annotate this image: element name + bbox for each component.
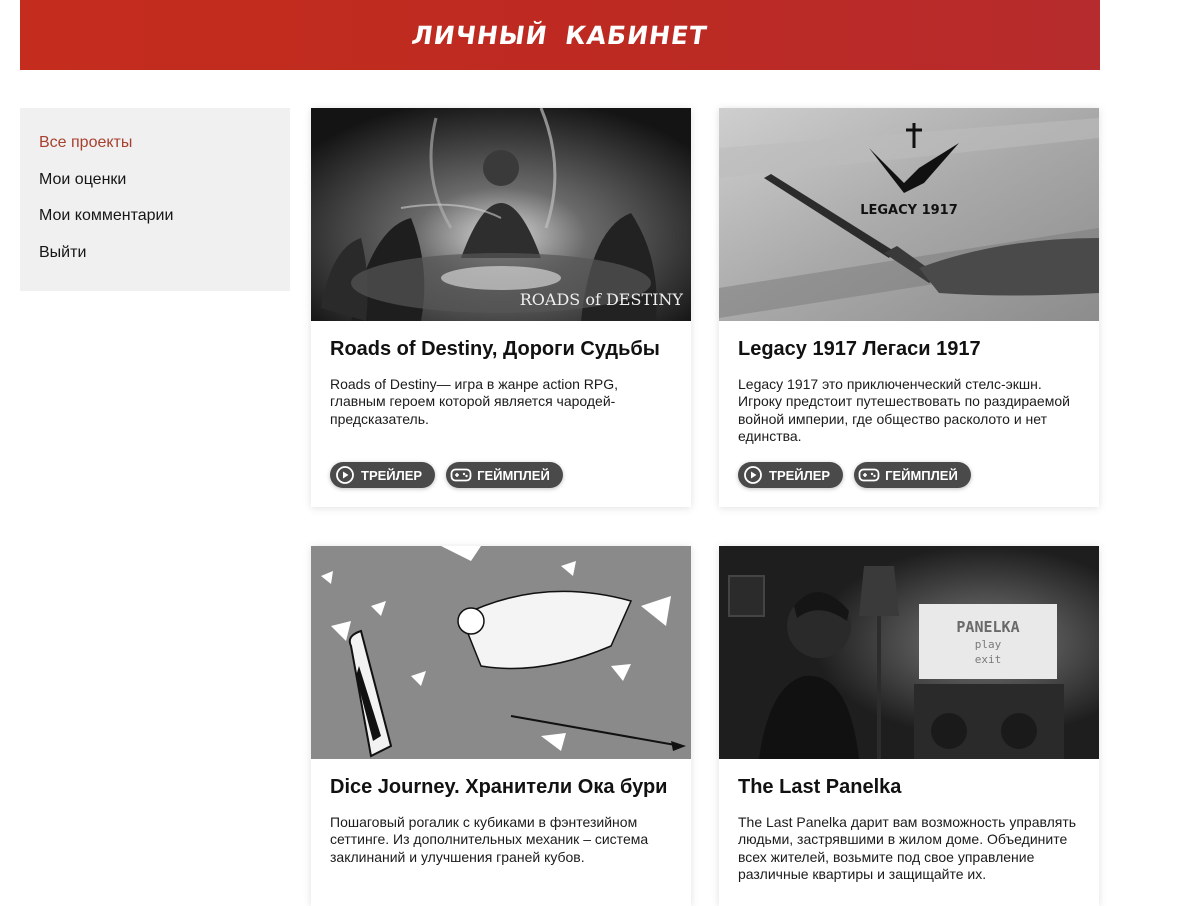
image-logo-text: LEGACY 1917 <box>860 203 958 218</box>
project-card: Dice Journey. Хранители Ока бури Пошагов… <box>311 546 691 906</box>
project-image-legacy-1917[interactable]: LEGACY 1917 <box>719 108 1099 321</box>
page-title: ЛИЧНЫЙ КАБИНЕТ <box>410 20 710 50</box>
gameplay-button[interactable]: ГЕЙМПЛЕЙ <box>446 462 563 488</box>
project-card: LEGACY 1917 Legacy 1917 Легаси 1917 Lega… <box>719 108 1099 507</box>
image-logo-text: ROADS of DESTINY <box>520 290 684 309</box>
page-header: ЛИЧНЫЙ КАБИНЕТ <box>20 0 1100 70</box>
card-title[interactable]: The Last Panelka <box>738 776 1080 799</box>
card-title[interactable]: Roads of Destiny, Дороги Судьбы <box>330 338 672 361</box>
image-menu-exit: exit <box>975 653 1002 666</box>
trailer-label: ТРЕЙЛЕР <box>361 467 423 483</box>
card-description: The Last Panelka дарит вам возможность у… <box>738 814 1077 882</box>
gamepad-icon <box>858 464 880 486</box>
sidebar-item-my-comments[interactable]: Мои комментарии <box>39 207 290 244</box>
card-title[interactable]: Dice Journey. Хранители Ока бури <box>330 776 672 799</box>
gamepad-icon <box>450 464 472 486</box>
image-menu-play: play <box>975 638 1002 651</box>
trailer-button[interactable]: ТРЕЙЛЕР <box>738 462 844 488</box>
card-description: Roads of Destiny— игра в жанре action RP… <box>330 376 619 427</box>
project-card: ROADS of DESTINY Roads of Destiny, Дорог… <box>311 108 691 507</box>
image-logo-text: PANELKA <box>956 618 1019 636</box>
sidebar: Все проекты Мои оценки Мои комментарии В… <box>20 108 290 291</box>
sidebar-item-my-ratings[interactable]: Мои оценки <box>39 171 290 208</box>
gameplay-label: ГЕЙМПЛЕЙ <box>477 467 550 483</box>
gameplay-label: ГЕЙМПЛЕЙ <box>885 467 958 483</box>
card-description: Legacy 1917 это приключенческий стелс-эк… <box>738 376 1070 444</box>
play-circle-icon <box>742 464 764 486</box>
sidebar-item-all-projects[interactable]: Все проекты <box>39 134 290 171</box>
project-image-the-last-panelka[interactable]: PANELKA play exit <box>719 546 1099 759</box>
card-title[interactable]: Legacy 1917 Легаси 1917 <box>738 338 1080 361</box>
gameplay-button[interactable]: ГЕЙМПЛЕЙ <box>854 462 971 488</box>
trailer-label: ТРЕЙЛЕР <box>769 467 831 483</box>
project-image-dice-journey[interactable] <box>311 546 691 759</box>
trailer-button[interactable]: ТРЕЙЛЕР <box>330 462 436 488</box>
card-description: Пошаговый рогалик с кубиками в фэнтезийн… <box>330 814 649 865</box>
project-image-roads-of-destiny[interactable]: ROADS of DESTINY <box>311 108 691 321</box>
play-circle-icon <box>334 464 356 486</box>
sidebar-item-logout[interactable]: Выйти <box>39 244 290 281</box>
project-card: PANELKA play exit The Last Panelka The L… <box>719 546 1099 906</box>
